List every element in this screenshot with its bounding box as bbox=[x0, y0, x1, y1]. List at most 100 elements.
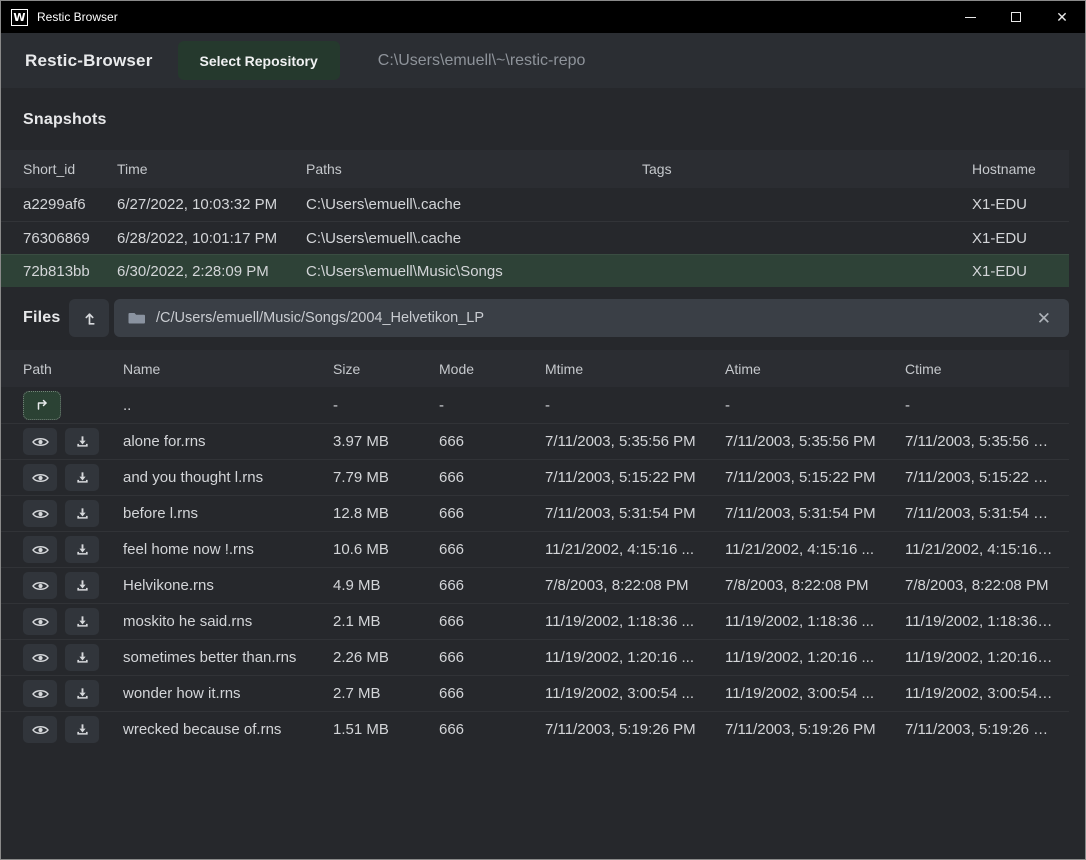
preview-button[interactable] bbox=[23, 680, 57, 707]
file-row[interactable]: sometimes better than.rns 2.26 MB 666 11… bbox=[1, 639, 1069, 675]
cell-atime: 11/19/2002, 3:00:54 ... bbox=[725, 685, 905, 702]
cell-size: - bbox=[333, 397, 439, 414]
cell-size: 7.79 MB bbox=[333, 469, 439, 486]
file-path-bar[interactable]: /C/Users/emuell/Music/Songs/2004_Helveti… bbox=[114, 299, 1069, 337]
download-button[interactable] bbox=[65, 464, 99, 491]
cell-size: 3.97 MB bbox=[333, 433, 439, 450]
download-button[interactable] bbox=[65, 680, 99, 707]
parent-dir-row[interactable]: .. - - - - - bbox=[1, 387, 1069, 423]
cell-mtime: 11/21/2002, 4:15:16 ... bbox=[545, 541, 725, 558]
file-row[interactable]: Helvikone.rns 4.9 MB 666 7/8/2003, 8:22:… bbox=[1, 567, 1069, 603]
cell-mode: 666 bbox=[439, 685, 545, 702]
file-row[interactable]: and you thought l.rns 7.79 MB 666 7/11/2… bbox=[1, 459, 1069, 495]
preview-button[interactable] bbox=[23, 500, 57, 527]
cell-mtime: 7/8/2003, 8:22:08 PM bbox=[545, 577, 725, 594]
cell-mtime: 7/11/2003, 5:15:22 PM bbox=[545, 469, 725, 486]
cell-name: feel home now !.rns bbox=[123, 541, 333, 558]
cell-name: Helvikone.rns bbox=[123, 577, 333, 594]
preview-button[interactable] bbox=[23, 428, 57, 455]
cell-size: 2.26 MB bbox=[333, 649, 439, 666]
app-window: W Restic Browser ✕ Restic-Browser Select… bbox=[0, 0, 1086, 860]
eye-icon bbox=[32, 543, 49, 557]
file-row[interactable]: wrecked because of.rns 1.51 MB 666 7/11/… bbox=[1, 711, 1069, 747]
cell-name: alone for.rns bbox=[123, 433, 333, 450]
cell-ctime: 7/8/2003, 8:22:08 PM bbox=[905, 577, 1065, 594]
window-controls: ✕ bbox=[947, 1, 1085, 33]
download-button[interactable] bbox=[65, 536, 99, 563]
snapshot-row[interactable]: a2299af6 6/27/2022, 10:03:32 PM C:\Users… bbox=[1, 188, 1069, 221]
cell-ctime: 11/19/2002, 3:00:54 ... bbox=[905, 685, 1065, 702]
eye-icon bbox=[32, 615, 49, 629]
cell-mode: 666 bbox=[439, 505, 545, 522]
download-button[interactable] bbox=[65, 500, 99, 527]
cell-size: 4.9 MB bbox=[333, 577, 439, 594]
column-tags: Tags bbox=[642, 161, 972, 177]
minimize-icon bbox=[965, 17, 976, 18]
cell-atime: 11/19/2002, 1:18:36 ... bbox=[725, 613, 905, 630]
file-row[interactable]: before l.rns 12.8 MB 666 7/11/2003, 5:31… bbox=[1, 495, 1069, 531]
preview-button[interactable] bbox=[23, 572, 57, 599]
cell-atime: 7/11/2003, 5:15:22 PM bbox=[725, 469, 905, 486]
preview-button[interactable] bbox=[23, 536, 57, 563]
cell-size: 2.1 MB bbox=[333, 613, 439, 630]
clear-path-button[interactable]: ✕ bbox=[1033, 308, 1055, 329]
cell-mtime: 11/19/2002, 1:20:16 ... bbox=[545, 649, 725, 666]
column-hostname: Hostname bbox=[972, 161, 1059, 177]
titlebar: W Restic Browser ✕ bbox=[1, 1, 1085, 33]
download-icon bbox=[75, 506, 90, 521]
cell-mode: 666 bbox=[439, 649, 545, 666]
cell-atime: 7/8/2003, 8:22:08 PM bbox=[725, 577, 905, 594]
cell-paths: C:\Users\emuell\.cache bbox=[306, 196, 642, 213]
download-icon bbox=[75, 542, 90, 557]
file-row[interactable]: feel home now !.rns 10.6 MB 666 11/21/20… bbox=[1, 531, 1069, 567]
preview-button[interactable] bbox=[23, 644, 57, 671]
cell-ctime: 11/19/2002, 1:20:16 ... bbox=[905, 649, 1065, 666]
cell-mtime: - bbox=[545, 397, 725, 414]
snapshot-row-selected[interactable]: 72b813bb 6/30/2022, 2:28:09 PM C:\Users\… bbox=[1, 254, 1069, 287]
eye-icon bbox=[32, 579, 49, 593]
download-button[interactable] bbox=[65, 716, 99, 743]
download-button[interactable] bbox=[65, 608, 99, 635]
subdir-arrow-icon bbox=[34, 397, 50, 413]
cell-short-id: 76306869 bbox=[23, 230, 117, 247]
download-icon bbox=[75, 722, 90, 737]
cell-hostname: X1-EDU bbox=[972, 230, 1059, 247]
download-button[interactable] bbox=[65, 428, 99, 455]
cell-short-id: a2299af6 bbox=[23, 196, 117, 213]
minimize-button[interactable] bbox=[947, 1, 993, 33]
preview-button[interactable] bbox=[23, 608, 57, 635]
file-row[interactable]: wonder how it.rns 2.7 MB 666 11/19/2002,… bbox=[1, 675, 1069, 711]
navigate-up-button[interactable] bbox=[69, 299, 109, 337]
close-button[interactable]: ✕ bbox=[1039, 1, 1085, 33]
cell-size: 10.6 MB bbox=[333, 541, 439, 558]
column-path: Path bbox=[23, 361, 123, 377]
file-row[interactable]: moskito he said.rns 2.1 MB 666 11/19/200… bbox=[1, 603, 1069, 639]
cell-mtime: 7/11/2003, 5:31:54 PM bbox=[545, 505, 725, 522]
close-icon: ✕ bbox=[1037, 309, 1051, 328]
download-icon bbox=[75, 650, 90, 665]
empty-area bbox=[1, 747, 1085, 859]
column-name: Name bbox=[123, 361, 333, 377]
snapshot-row[interactable]: 76306869 6/28/2022, 10:01:17 PM C:\Users… bbox=[1, 221, 1069, 254]
download-icon bbox=[75, 686, 90, 701]
cell-size: 2.7 MB bbox=[333, 685, 439, 702]
select-repository-button[interactable]: Select Repository bbox=[178, 41, 340, 80]
maximize-icon bbox=[1011, 12, 1021, 22]
preview-button[interactable] bbox=[23, 464, 57, 491]
cell-ctime: 11/19/2002, 1:18:36 ... bbox=[905, 613, 1065, 630]
cell-ctime: 7/11/2003, 5:35:56 PM bbox=[905, 433, 1065, 450]
cell-mode: 666 bbox=[439, 433, 545, 450]
column-atime: Atime bbox=[725, 361, 905, 377]
parent-dir-button[interactable] bbox=[23, 391, 61, 420]
download-button[interactable] bbox=[65, 572, 99, 599]
file-row[interactable]: alone for.rns 3.97 MB 666 7/11/2003, 5:3… bbox=[1, 423, 1069, 459]
download-button[interactable] bbox=[65, 644, 99, 671]
cell-atime: 11/19/2002, 1:20:16 ... bbox=[725, 649, 905, 666]
folder-icon bbox=[128, 310, 146, 326]
cell-mode: 666 bbox=[439, 721, 545, 738]
cell-mtime: 11/19/2002, 1:18:36 ... bbox=[545, 613, 725, 630]
preview-button[interactable] bbox=[23, 716, 57, 743]
cell-mode: 666 bbox=[439, 469, 545, 486]
maximize-button[interactable] bbox=[993, 1, 1039, 33]
cell-name: and you thought l.rns bbox=[123, 469, 333, 486]
